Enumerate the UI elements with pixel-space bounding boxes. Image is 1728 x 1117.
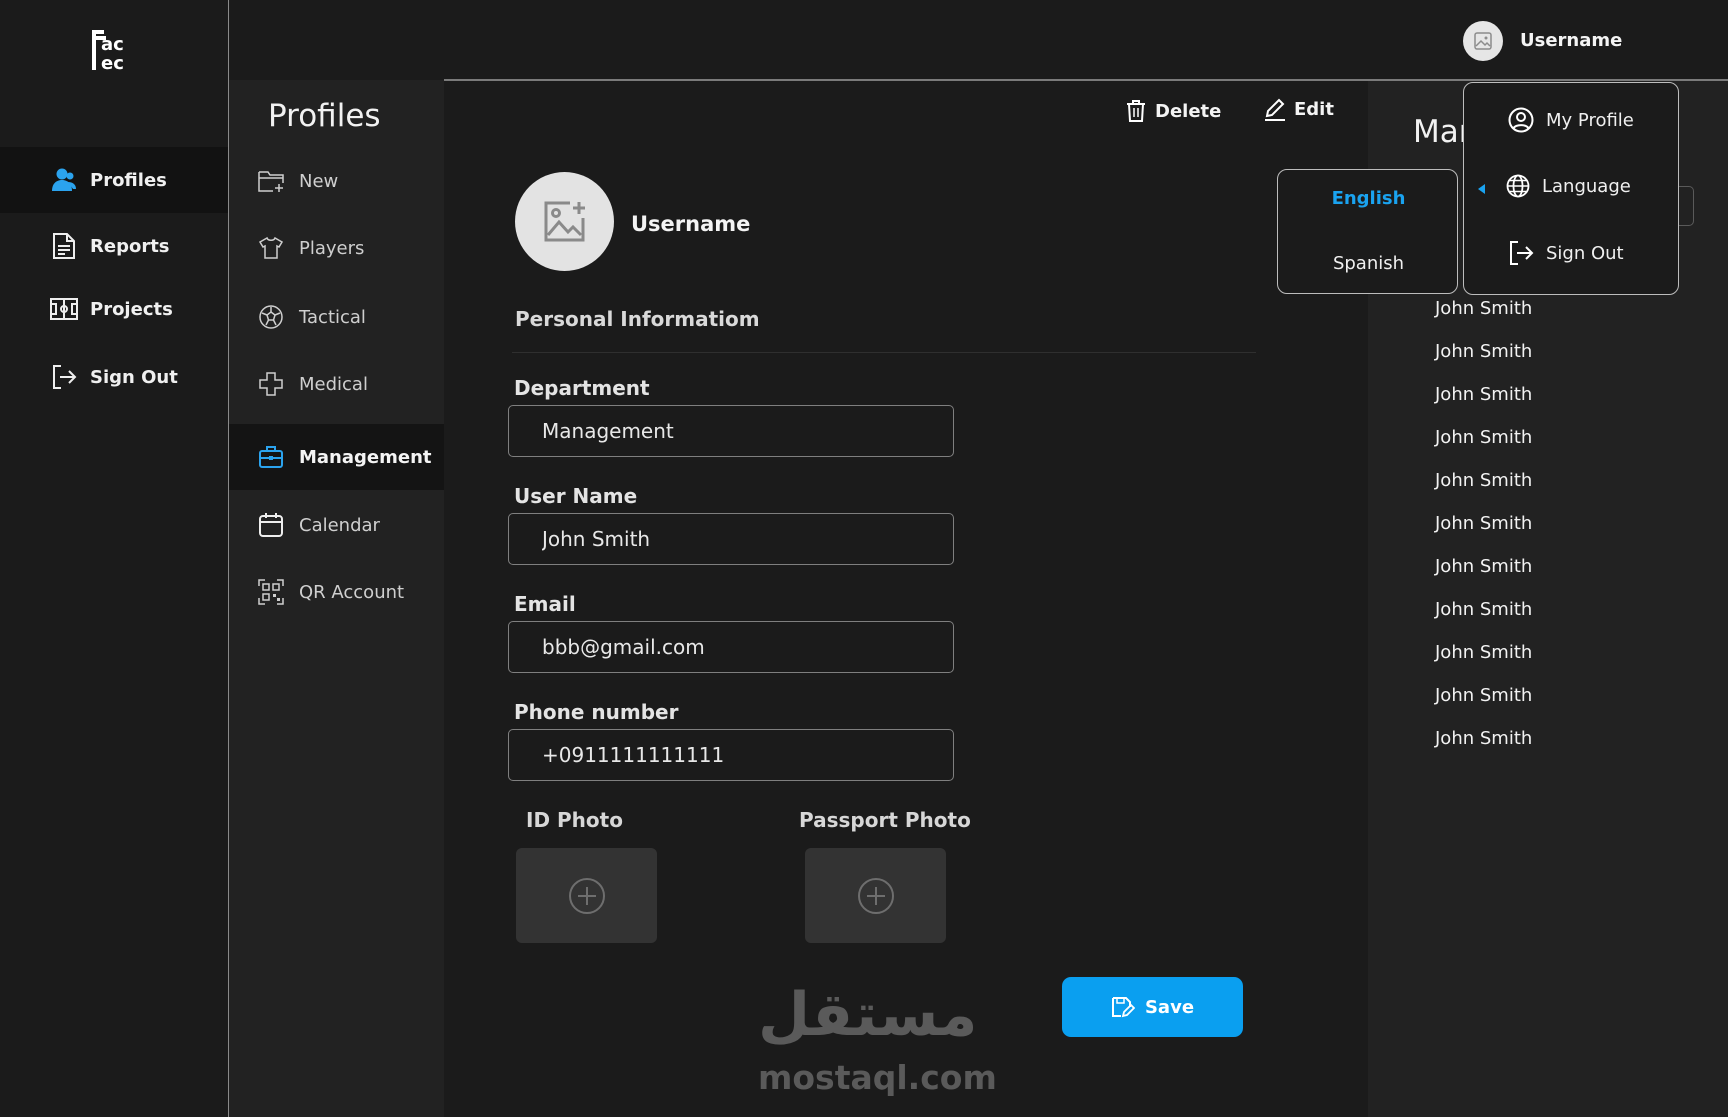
sub-item-players[interactable]: Players	[229, 215, 444, 281]
list-item[interactable]: John Smith	[1435, 599, 1532, 620]
profile-username: Username	[631, 212, 751, 236]
section-divider	[512, 352, 1256, 353]
personal-info-heading: Personal Informatiom	[515, 307, 760, 331]
sign-out-icon	[50, 363, 78, 391]
nav-label-reports: Reports	[90, 235, 170, 257]
nav-item-reports[interactable]: Reports	[0, 213, 228, 279]
app-logo: ac ec	[90, 30, 136, 72]
sign-out-icon	[1510, 241, 1534, 265]
list-item[interactable]: John Smith	[1435, 427, 1532, 448]
department-label: Department	[514, 376, 650, 400]
id-photo-upload[interactable]	[516, 848, 657, 943]
list-item[interactable]: John Smith	[1435, 298, 1532, 319]
medical-cross-icon	[257, 370, 285, 398]
sub-label-new: New	[299, 170, 339, 192]
user-icon	[50, 166, 78, 194]
sub-label-calendar: Calendar	[299, 514, 380, 536]
list-item[interactable]: John Smith	[1435, 728, 1532, 749]
id-photo-label: ID Photo	[526, 808, 623, 832]
sub-item-new[interactable]: New	[229, 148, 444, 214]
watermark-latin: mostaql.com	[758, 1058, 997, 1097]
language-submenu: English Spanish	[1277, 169, 1458, 294]
image-placeholder-icon	[1474, 32, 1492, 50]
plus-circle-icon	[568, 877, 605, 914]
nav-label-profiles: Profiles	[90, 169, 167, 191]
save-button[interactable]: Save	[1062, 977, 1243, 1037]
add-image-icon	[544, 201, 585, 241]
menu-item-my-profile[interactable]: My Profile	[1508, 107, 1634, 133]
list-item[interactable]: John Smith	[1435, 685, 1532, 706]
ball-icon	[257, 303, 285, 331]
header-username[interactable]: Username	[1520, 30, 1622, 51]
list-item[interactable]: John Smith	[1435, 513, 1532, 534]
nav-item-projects[interactable]: Projects	[0, 276, 228, 342]
nav-item-profiles[interactable]: Profiles	[0, 147, 228, 213]
phone-field[interactable]	[508, 729, 954, 781]
menu-item-language[interactable]: Language	[1506, 174, 1631, 198]
department-field[interactable]	[508, 405, 954, 457]
list-item[interactable]: John Smith	[1435, 341, 1532, 362]
profile-avatar-upload[interactable]	[515, 172, 614, 271]
nav-item-sign-out[interactable]: Sign Out	[0, 344, 228, 410]
pencil-icon	[1265, 98, 1285, 121]
menu-item-sign-out[interactable]: Sign Out	[1508, 240, 1624, 266]
sub-label-management: Management	[299, 446, 432, 468]
sub-label-tactical: Tactical	[299, 306, 366, 328]
language-option-spanish[interactable]: Spanish	[1278, 253, 1459, 274]
nav-label-projects: Projects	[90, 298, 173, 320]
user-name-field[interactable]	[508, 513, 954, 565]
passport-photo-upload[interactable]	[805, 848, 946, 943]
header-avatar[interactable]	[1463, 21, 1503, 61]
sub-item-qr-account[interactable]: QR Account	[229, 559, 444, 625]
svg-text:ec: ec	[101, 53, 124, 72]
delete-label: Delete	[1155, 100, 1222, 122]
field-icon	[50, 295, 78, 323]
edit-button[interactable]: Edit	[1264, 97, 1334, 121]
nav-label-sign-out: Sign Out	[90, 366, 178, 388]
submenu-caret-icon	[1478, 184, 1485, 194]
my-profile-label: My Profile	[1546, 109, 1634, 131]
list-item[interactable]: John Smith	[1435, 642, 1532, 663]
sub-label-medical: Medical	[299, 373, 368, 395]
sub-item-tactical[interactable]: Tactical	[229, 284, 444, 350]
shirt-icon	[257, 234, 285, 262]
sign-out-label: Sign Out	[1546, 242, 1624, 264]
sub-item-medical[interactable]: Medical	[229, 351, 444, 417]
email-label: Email	[514, 592, 576, 616]
list-item[interactable]: John Smith	[1435, 556, 1532, 577]
plus-circle-icon	[857, 877, 894, 914]
save-edit-icon	[1111, 997, 1135, 1018]
top-bar	[229, 0, 1728, 80]
language-label: Language	[1542, 175, 1631, 197]
sub-label-qr-account: QR Account	[299, 581, 405, 603]
edit-label: Edit	[1294, 98, 1334, 120]
trash-icon	[1127, 100, 1145, 122]
briefcase-icon	[257, 443, 285, 471]
document-icon	[50, 232, 78, 260]
new-folder-icon	[257, 167, 285, 195]
email-field[interactable]	[508, 621, 954, 673]
user-circle-icon	[1508, 107, 1534, 133]
list-item[interactable]: John Smith	[1435, 470, 1532, 491]
calendar-icon	[257, 511, 285, 539]
profile-dropdown-menu: My Profile Language Sign Out	[1463, 82, 1679, 295]
phone-label: Phone number	[514, 700, 679, 724]
sub-sidebar-title: Profiles	[268, 98, 381, 134]
sub-label-players: Players	[299, 237, 365, 259]
list-item[interactable]: John Smith	[1435, 384, 1532, 405]
passport-photo-label: Passport Photo	[799, 808, 971, 832]
svg-text:ac: ac	[101, 34, 124, 55]
sub-item-management[interactable]: Management	[229, 424, 444, 490]
delete-button[interactable]: Delete	[1125, 99, 1221, 123]
language-option-english[interactable]: English	[1278, 188, 1459, 209]
watermark-arabic: مستقل	[758, 980, 978, 1050]
user-name-label: User Name	[514, 484, 638, 508]
globe-icon	[1506, 174, 1530, 198]
save-label: Save	[1144, 996, 1195, 1018]
sub-item-calendar[interactable]: Calendar	[229, 492, 444, 558]
qr-icon	[257, 578, 285, 606]
